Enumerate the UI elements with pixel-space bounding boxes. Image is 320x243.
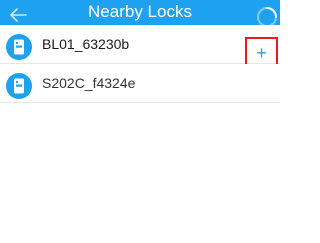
lock-list-item[interactable]: S202C_f4324e (0, 64, 280, 102)
door-lock-icon (6, 34, 32, 60)
lock-name: BL01_63230b (42, 36, 130, 52)
door-lock-icon (6, 73, 32, 99)
nearby-locks-screen: Nearby Locks BL01_63230b + S202C_f4324e (0, 0, 280, 243)
divider (0, 102, 280, 103)
lock-name: S202C_f4324e (42, 75, 136, 91)
lock-list: BL01_63230b + S202C_f4324e (0, 25, 280, 103)
lock-list-item[interactable]: BL01_63230b + (0, 25, 280, 75)
